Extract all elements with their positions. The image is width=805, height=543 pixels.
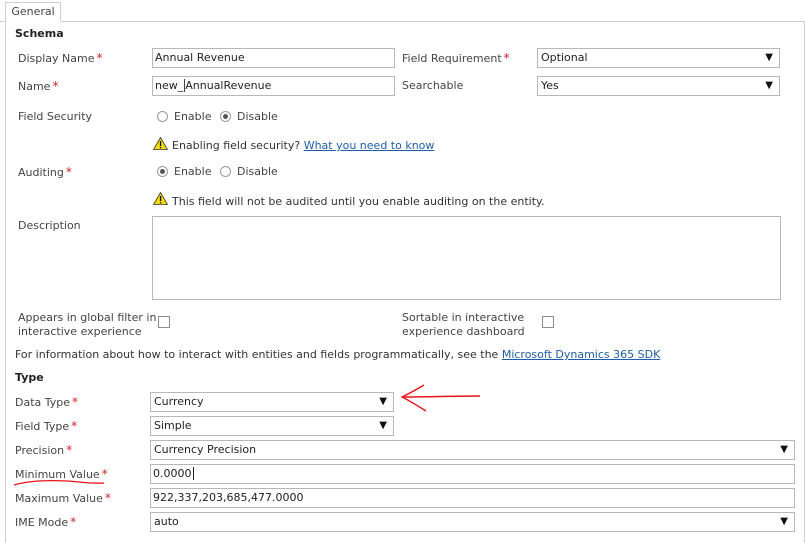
auditing-disable-radio[interactable] [220,166,231,177]
data-type-label: Data Type * [15,395,79,409]
type-heading: Type [15,371,44,384]
precision-select[interactable]: Currency Precision ▼ [150,440,795,460]
warning-icon [153,192,168,205]
tab-general[interactable]: General [5,2,61,22]
warning-icon [153,137,168,150]
field-security-disable-radio[interactable] [220,111,231,122]
triangle-down-icon: ▼ [765,80,773,91]
field-requirement-select[interactable]: Optional ▼ [537,48,780,68]
triangle-down-icon: ▼ [379,396,387,407]
field-security-disable-label: Disable [237,110,278,123]
auditing-disable-label: Disable [237,165,278,178]
searchable-select[interactable]: Yes ▼ [537,76,780,96]
field-security-enable-radio[interactable] [157,111,168,122]
ime-mode-label: IME Mode * [15,515,77,529]
field-security-enable-label: Enable [174,110,212,123]
ime-mode-select[interactable]: auto ▼ [150,512,795,532]
precision-label: Precision * [15,443,73,457]
sdk-info-text: For information about how to interact wi… [15,348,661,361]
maximum-value-label: Maximum Value * [15,491,111,505]
sortable-label: Sortable in interactive experience dashbo… [402,311,525,338]
field-security-warning: Enabling field security? What you need t… [172,139,435,152]
field-security-label: Field Security [18,110,93,123]
sdk-link[interactable]: Microsoft Dynamics 365 SDK [502,348,660,361]
field-type-label: Field Type * [15,419,78,433]
minimum-value-input[interactable]: 0.0000 [150,464,795,484]
auditing-label: Auditing * [18,165,72,179]
global-filter-label: Appears in global filter in interactive e… [18,311,157,338]
triangle-down-icon: ▼ [379,420,387,431]
sortable-checkbox[interactable] [542,316,554,328]
description-label: Description [18,219,81,232]
tab-bar [0,0,805,22]
annotation-underline-icon [13,479,105,486]
name-input[interactable]: new_ AnnualRevenue [152,76,395,96]
auditing-warning: This field will not be audited until you… [172,195,545,208]
display-name-label: Display Name * [18,51,103,65]
annotation-arrow-icon [400,384,481,412]
auditing-enable-radio[interactable] [157,166,168,177]
auditing-enable-label: Enable [174,165,212,178]
what-you-need-to-know-link[interactable]: What you need to know [304,139,435,152]
display-name-input[interactable]: Annual Revenue [152,48,395,68]
data-type-select[interactable]: Currency ▼ [150,392,394,412]
schema-heading: Schema [15,27,64,40]
description-textarea[interactable] [152,216,781,300]
field-requirement-label: Field Requirement * [402,51,510,65]
global-filter-checkbox[interactable] [158,316,170,328]
name-label: Name * [18,79,59,93]
searchable-label: Searchable [402,79,464,92]
field-type-select[interactable]: Simple ▼ [150,416,394,436]
name-prefix: new_ [155,79,186,92]
triangle-down-icon: ▼ [780,444,788,455]
triangle-down-icon: ▼ [765,52,773,63]
triangle-down-icon: ▼ [780,516,788,527]
maximum-value-input[interactable]: 922,337,203,685,477.0000 [150,488,795,508]
